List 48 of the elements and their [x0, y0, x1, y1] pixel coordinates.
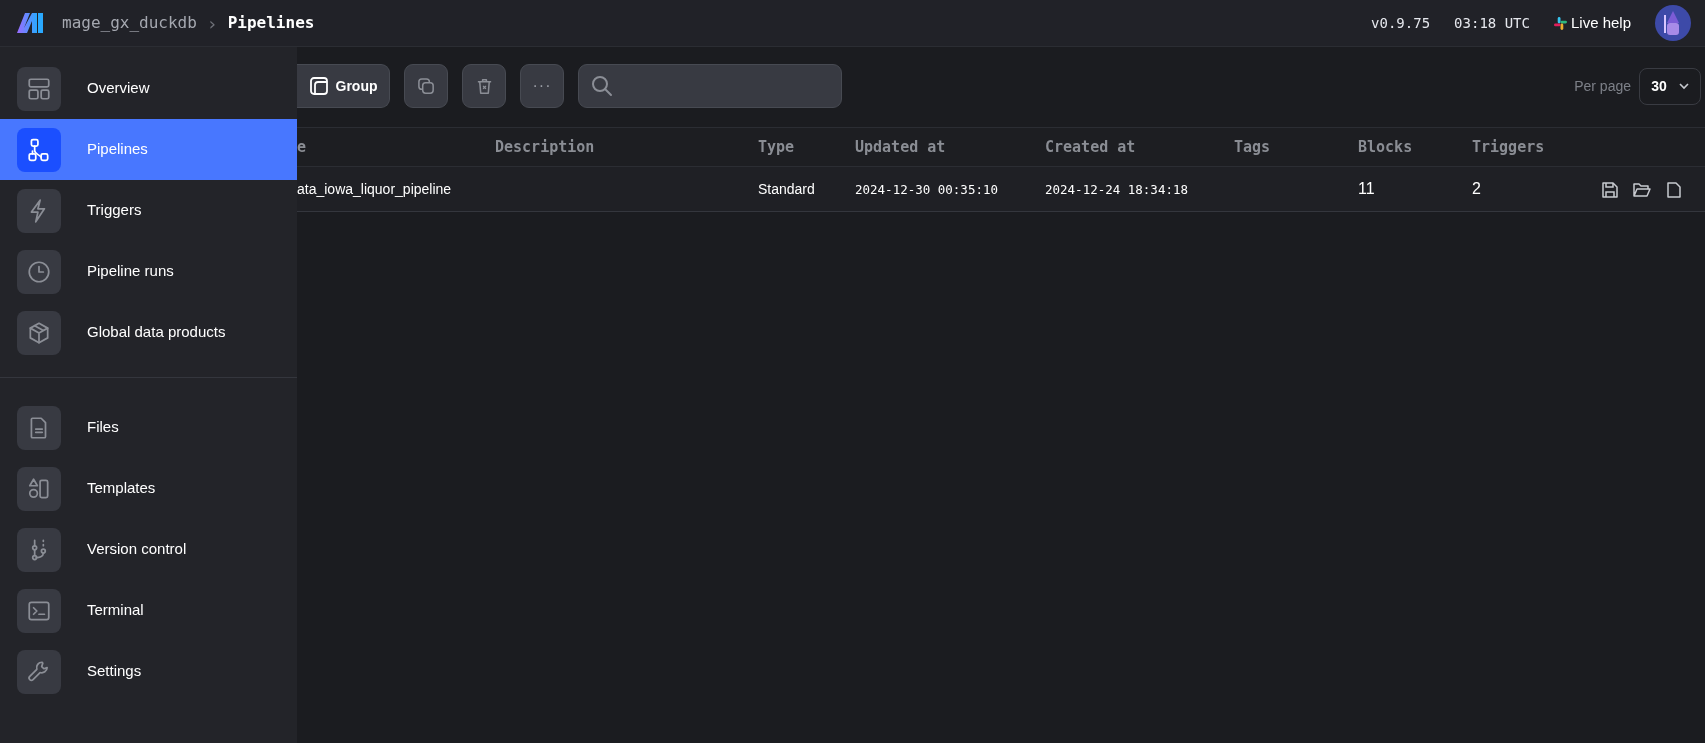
group-button[interactable]: Group: [297, 64, 390, 108]
branch-icon: [26, 136, 52, 163]
logo-icon: [17, 13, 44, 33]
column-header[interactable]: Blocks: [1358, 135, 1413, 159]
delete-button[interactable]: [462, 64, 506, 108]
column-header[interactable]: Description: [495, 135, 595, 159]
column-header[interactable]: Type: [758, 135, 795, 159]
table-cell: 2: [1472, 180, 1481, 197]
page-title: Pipelines: [227, 12, 315, 34]
sidebar-item[interactable]: Pipeline runs: [0, 241, 297, 302]
sidebar-item[interactable]: Files: [0, 397, 297, 458]
table-cell: Standard: [758, 180, 815, 197]
column-header[interactable]: Triggers: [1472, 135, 1545, 159]
breadcrumb-separator: ›: [206, 11, 218, 36]
column-header[interactable]: Created at: [1045, 135, 1136, 159]
sidebar-item[interactable]: Pipelines: [0, 119, 297, 180]
sidebar-item[interactable]: Global data products: [0, 302, 297, 363]
avatar[interactable]: [1655, 5, 1691, 41]
per-page-label: Per page: [1574, 77, 1631, 96]
file-icon: [1664, 179, 1684, 200]
column-header[interactable]: Updated at: [855, 135, 946, 159]
table-cell: 11: [1358, 180, 1375, 197]
column-header[interactable]: Tags: [1234, 135, 1271, 159]
sidebar-item[interactable]: Version control: [0, 519, 297, 580]
copy-icon: [416, 76, 436, 96]
search-icon: [591, 75, 613, 97]
hash-icon: [1553, 16, 1567, 30]
search-field[interactable]: [578, 64, 842, 108]
table-cell: 2024-12-24 18:34:18: [1045, 181, 1188, 197]
more-button[interactable]: ···: [520, 64, 564, 108]
shapes-icon: [26, 475, 52, 502]
per-page-select[interactable]: 30: [1639, 68, 1701, 105]
chevron-down-icon: [1678, 83, 1689, 90]
sidebar-item[interactable]: Overview: [0, 58, 297, 119]
group-icon: [308, 76, 329, 96]
column-header[interactable]: e: [297, 135, 307, 159]
sidebar-item[interactable]: Triggers: [0, 180, 297, 241]
version-label: v0.9.75: [1371, 13, 1431, 33]
live-help-link[interactable]: Live help: [1553, 11, 1631, 35]
sidebar-item[interactable]: Settings: [0, 641, 297, 702]
time-label: 03:18 UTC: [1454, 13, 1530, 33]
table-cell: 2024-12-30 00:35:10: [855, 181, 998, 197]
breadcrumb-link[interactable]: mage_gx_duckdb: [62, 11, 197, 35]
layout-icon: [26, 75, 52, 102]
sidebar-item[interactable]: Terminal: [0, 580, 297, 641]
sidebar-item[interactable]: Templates: [0, 458, 297, 519]
copy-button[interactable]: [404, 64, 448, 108]
clock-icon: [26, 258, 52, 285]
